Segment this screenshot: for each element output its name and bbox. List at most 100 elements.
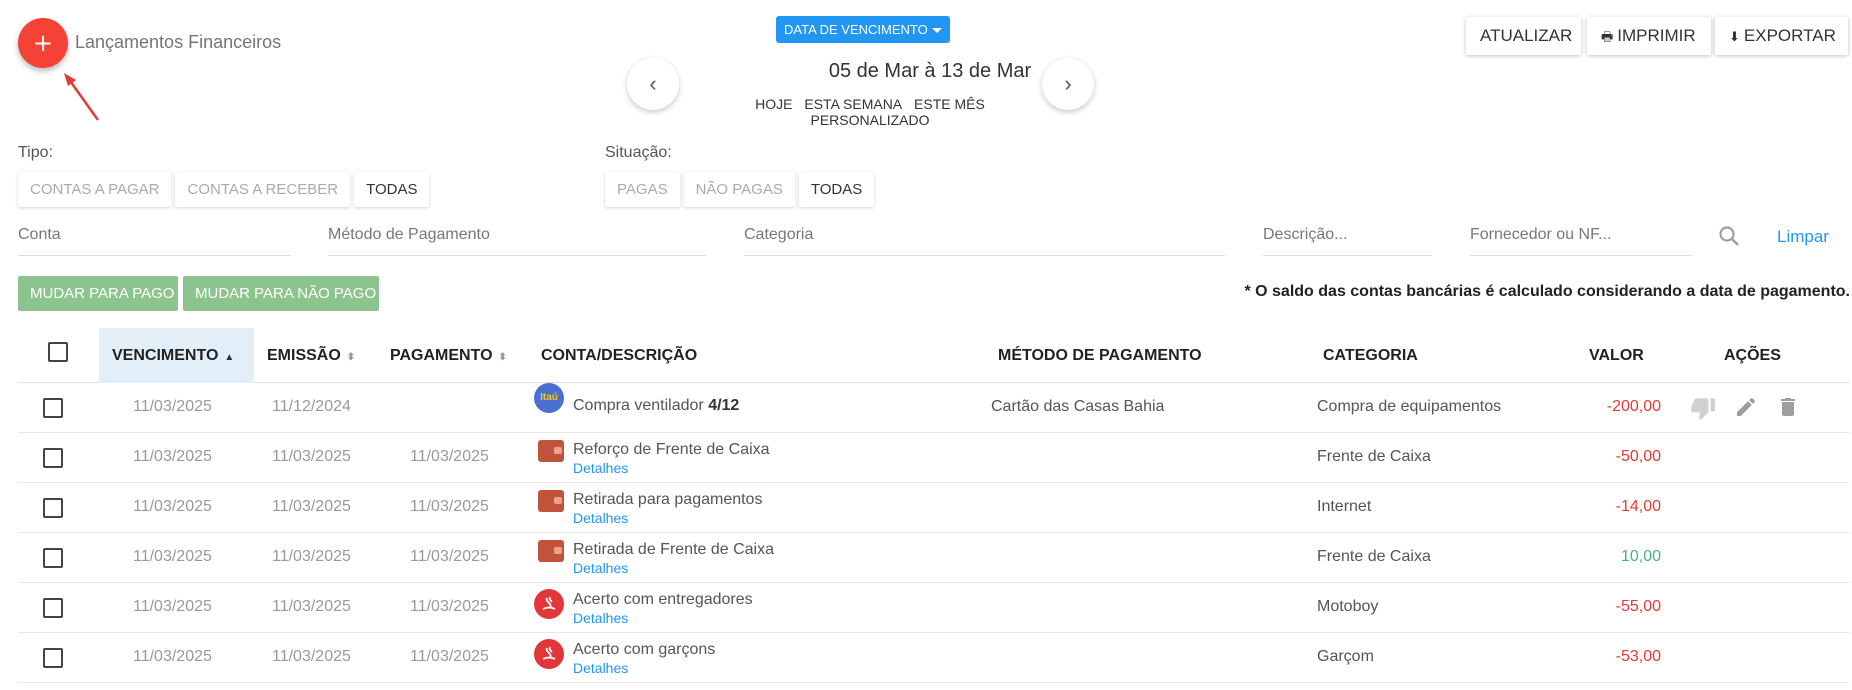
period-today[interactable]: HOJE xyxy=(755,96,792,112)
situacao-todas[interactable]: TODAS xyxy=(798,172,875,207)
export-button[interactable]: ⬇ EXPORTAR xyxy=(1715,17,1848,55)
table-header: VENCIMENTO ▲ EMISSÃO ⬍ PAGAMENTO ⬍ CONTA/DE… xyxy=(18,328,1850,383)
categoria-cell: Internet xyxy=(1317,498,1372,515)
date-filter-dropdown[interactable]: DATA DE VENCIMENTO xyxy=(776,16,950,43)
details-link[interactable]: Detalhes xyxy=(573,560,774,576)
col-vencimento-label: VENCIMENTO xyxy=(112,347,219,364)
valor-cell: -55,00 xyxy=(1615,598,1661,615)
situacao-label: Situação: xyxy=(605,144,672,161)
add-entry-button[interactable]: + xyxy=(18,18,68,68)
santander-icon xyxy=(534,639,564,669)
descricao-cell: Retirada de Frente de Caixa Detalhes xyxy=(573,541,774,576)
categoria-cell: Motoboy xyxy=(1317,598,1379,615)
vencimento-cell: 11/03/2025 xyxy=(133,448,212,465)
details-link[interactable]: Detalhes xyxy=(573,460,770,476)
descricao-text: Acerto com entregadores xyxy=(573,591,753,608)
vencimento-cell: 11/03/2025 xyxy=(133,398,212,415)
row-checkbox[interactable] xyxy=(43,498,63,518)
tipo-todas[interactable]: TODAS xyxy=(354,172,430,207)
caret-down-icon xyxy=(931,28,942,34)
col-vencimento[interactable]: VENCIMENTO ▲ xyxy=(99,328,254,383)
metodo-field[interactable]: Método de Pagamento xyxy=(328,222,706,256)
table-row: 11/03/2025 11/03/2025 11/03/2025 Retirad… xyxy=(18,483,1850,533)
categoria-cell: Frente de Caixa xyxy=(1317,448,1431,465)
vencimento-cell: 11/03/2025 xyxy=(133,598,212,615)
print-label: IMPRIMIR xyxy=(1617,26,1696,45)
vencimento-cell: 11/03/2025 xyxy=(133,498,212,515)
situacao-toggle: PAGAS NÃO PAGAS TODAS xyxy=(605,172,875,207)
descricao-text: Reforço de Frente de Caixa xyxy=(573,441,770,458)
situacao-nao-pagas[interactable]: NÃO PAGAS xyxy=(683,172,795,207)
emissao-cell: 11/12/2024 xyxy=(272,398,351,415)
emissao-cell: 11/03/2025 xyxy=(272,648,351,665)
delete-icon[interactable] xyxy=(1776,395,1800,419)
tipo-label: Tipo: xyxy=(18,144,53,161)
wallet-icon xyxy=(538,490,564,512)
tipo-contas-pagar[interactable]: CONTAS A PAGAR xyxy=(18,172,172,207)
pagamento-cell: 11/03/2025 xyxy=(410,548,489,565)
valor-cell: -200,00 xyxy=(1606,398,1661,415)
col-emissao[interactable]: EMISSÃO ⬍ xyxy=(267,328,355,383)
print-button[interactable]: 🖶 IMPRIMIR xyxy=(1587,17,1711,55)
descricao-text: Retirada para pagamentos xyxy=(573,491,763,508)
clear-filters-link[interactable]: Limpar xyxy=(1777,227,1829,247)
situacao-pagas[interactable]: PAGAS xyxy=(605,172,680,207)
details-link[interactable]: Detalhes xyxy=(573,660,715,676)
pagamento-cell: 11/03/2025 xyxy=(410,498,489,515)
valor-cell: -53,00 xyxy=(1615,648,1661,665)
emissao-cell: 11/03/2025 xyxy=(272,598,351,615)
emissao-cell: 11/03/2025 xyxy=(272,548,351,565)
col-conta: CONTA/DESCRIÇÃO xyxy=(541,347,698,364)
thumbs-down-icon[interactable] xyxy=(1690,395,1716,421)
descricao-cell: Compra ventilador 4/12 xyxy=(573,397,739,415)
emissao-cell: 11/03/2025 xyxy=(272,448,351,465)
search-icon[interactable] xyxy=(1718,225,1740,247)
edit-icon[interactable] xyxy=(1734,395,1758,419)
categoria-cell: Frente de Caixa xyxy=(1317,548,1431,565)
period-custom[interactable]: PERSONALIZADO xyxy=(810,112,929,128)
period-links: HOJE ESTA SEMANA ESTE MÊS PERSONALIZADO xyxy=(690,96,1050,128)
tipo-contas-receber[interactable]: CONTAS A RECEBER xyxy=(175,172,351,207)
sort-icon: ⬍ xyxy=(498,352,507,363)
wallet-icon xyxy=(538,540,564,562)
prev-period-button[interactable]: ‹ xyxy=(627,58,679,110)
valor-cell: 10,00 xyxy=(1620,548,1661,565)
table-row: 11/03/2025 11/03/2025 11/03/2025 Reforço… xyxy=(18,433,1850,483)
details-link[interactable]: Detalhes xyxy=(573,610,753,626)
download-icon: ⬇ xyxy=(1729,29,1740,44)
row-checkbox[interactable] xyxy=(43,448,63,468)
refresh-button[interactable]: ATUALIZAR xyxy=(1466,17,1581,55)
col-pagamento[interactable]: PAGAMENTO ⬍ xyxy=(390,328,507,383)
descricao-cell: Retirada para pagamentos Detalhes xyxy=(573,491,762,526)
descricao-input[interactable]: Descrição... xyxy=(1263,222,1432,256)
printer-icon: 🖶 xyxy=(1601,29,1614,44)
parcela-text: 4/12 xyxy=(708,397,740,414)
period-this-month[interactable]: ESTE MÊS xyxy=(914,96,985,112)
col-valor: VALOR xyxy=(1589,347,1644,364)
row-checkbox[interactable] xyxy=(43,598,63,618)
conta-field[interactable]: Conta xyxy=(18,222,291,256)
export-label: EXPORTAR xyxy=(1743,26,1836,45)
descricao-text: Retirada de Frente de Caixa xyxy=(573,541,774,558)
row-checkbox[interactable] xyxy=(43,548,63,568)
col-emissao-label: EMISSÃO xyxy=(267,347,341,364)
vencimento-cell: 11/03/2025 xyxy=(133,648,212,665)
sort-icon: ⬍ xyxy=(346,352,356,363)
descricao-cell: Reforço de Frente de Caixa Detalhes xyxy=(573,441,770,476)
row-checkbox[interactable] xyxy=(43,398,63,418)
period-this-week[interactable]: ESTA SEMANA xyxy=(804,96,902,112)
mark-unpaid-button[interactable]: MUDAR PARA NÃO PAGO xyxy=(183,276,379,311)
table-row: 11/03/2025 11/12/2024 Itaú Compra ventil… xyxy=(18,383,1850,433)
metodo-cell: Cartão das Casas Bahia xyxy=(991,398,1165,415)
select-all-checkbox[interactable] xyxy=(48,342,68,362)
row-checkbox[interactable] xyxy=(43,648,63,668)
details-link[interactable]: Detalhes xyxy=(573,510,762,526)
balance-note: * O saldo das contas bancárias é calcula… xyxy=(1244,283,1850,300)
annotation-arrow-icon xyxy=(64,73,100,121)
categoria-field[interactable]: Categoria xyxy=(744,222,1225,256)
mark-paid-button[interactable]: MUDAR PARA PAGO xyxy=(18,276,178,311)
categoria-cell: Garçom xyxy=(1317,648,1374,665)
fornecedor-input[interactable]: Fornecedor ou NF... xyxy=(1470,222,1692,256)
vencimento-cell: 11/03/2025 xyxy=(133,548,212,565)
emissao-cell: 11/03/2025 xyxy=(272,498,351,515)
